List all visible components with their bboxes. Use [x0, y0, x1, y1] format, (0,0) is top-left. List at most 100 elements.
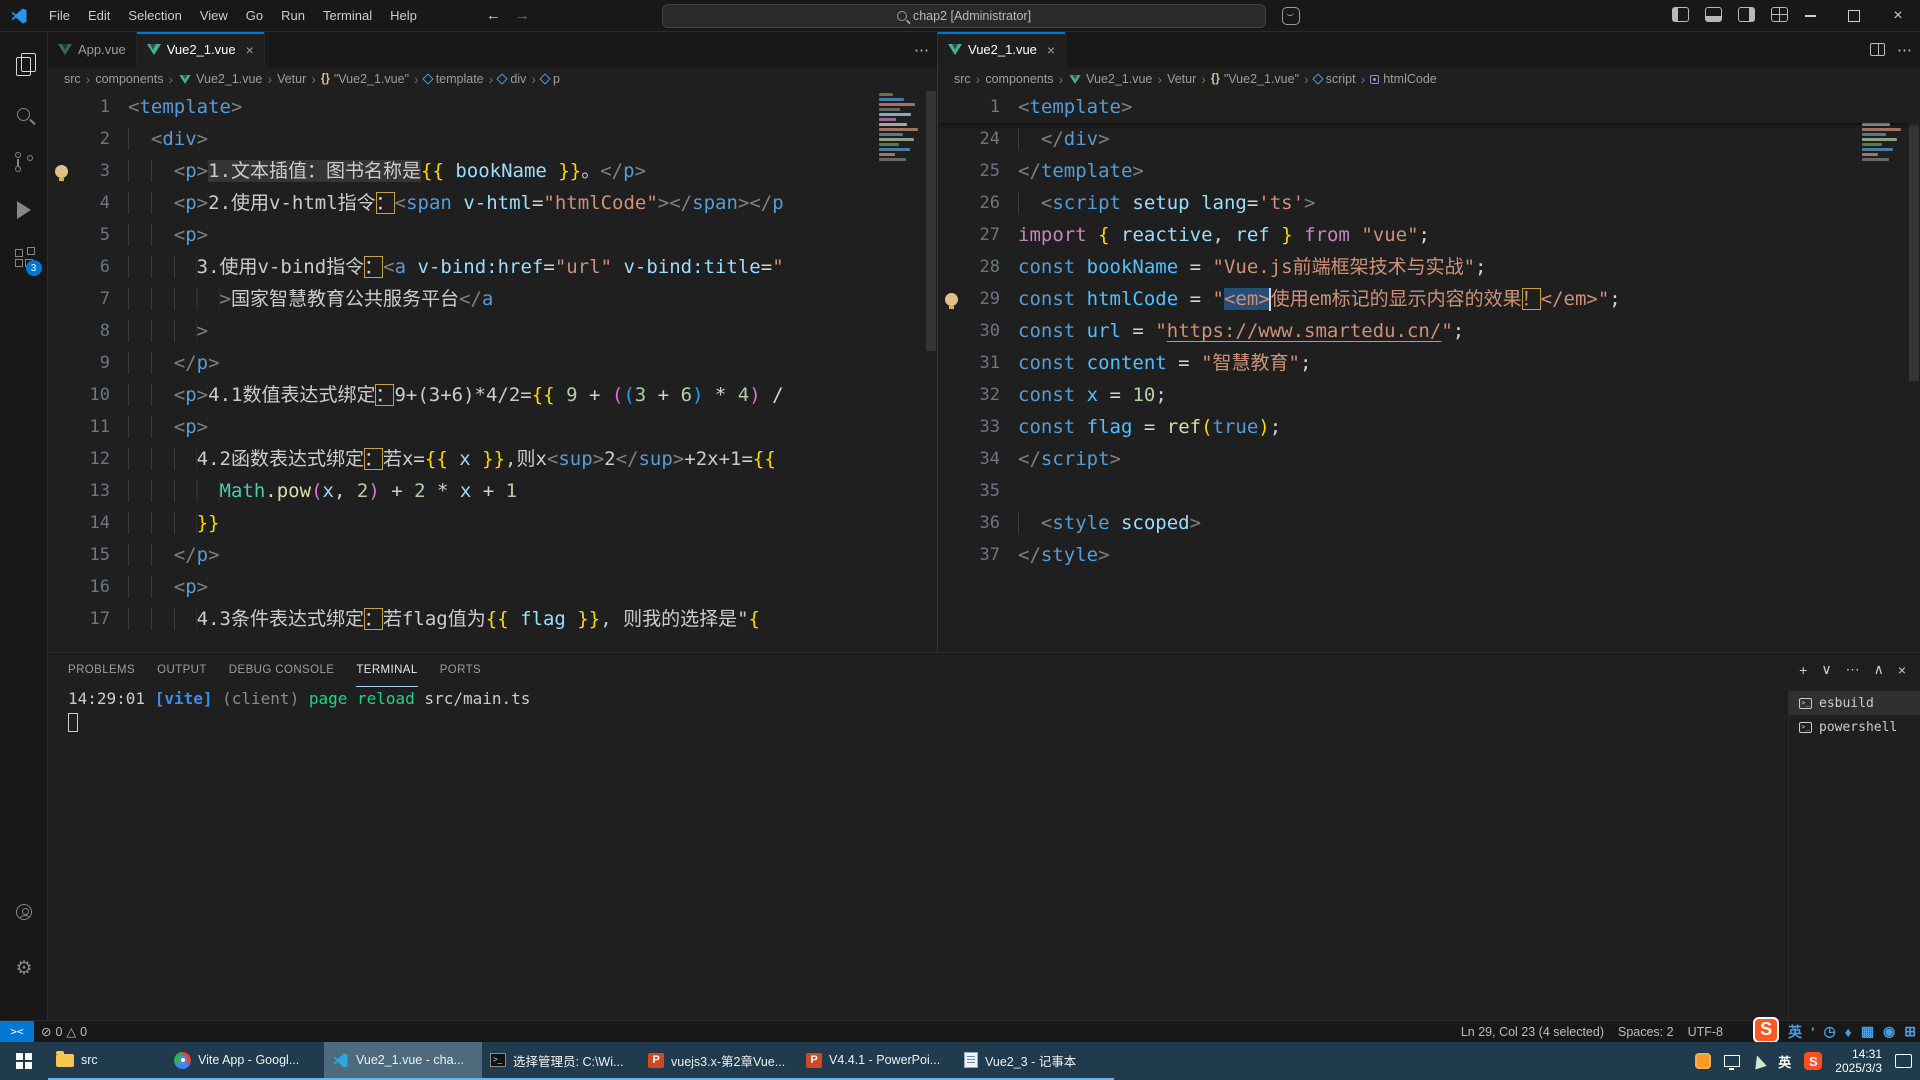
code-line[interactable]: 31const content = "智慧教育";: [938, 347, 1920, 379]
code-line[interactable]: 7 >国家智慧教育公共服务平台</a: [48, 283, 937, 315]
nav-forward-icon[interactable]: →: [515, 7, 530, 24]
taskbar-item-ppt[interactable]: PV4.4.1 - PowerPoi...: [798, 1042, 956, 1080]
code-line[interactable]: 30const url = "https://www.smartedu.cn/"…: [938, 315, 1920, 347]
minimap[interactable]: [1860, 91, 1908, 652]
ime-tool-icon-4[interactable]: ◉: [1883, 1023, 1895, 1040]
nav-back-icon[interactable]: ←: [486, 7, 501, 24]
extensions-icon[interactable]: 3: [0, 234, 48, 282]
customize-layout-icon[interactable]: [1771, 7, 1788, 22]
tray-sogou-icon[interactable]: S: [1804, 1052, 1822, 1070]
code-line[interactable]: 11 <p>: [48, 411, 937, 443]
toggle-panel-icon[interactable]: [1705, 7, 1722, 22]
taskbar-item-folder[interactable]: src: [48, 1042, 166, 1080]
lightbulb-icon[interactable]: [55, 165, 68, 178]
ime-lang-icon[interactable]: 英: [1788, 1022, 1802, 1042]
menu-run[interactable]: Run: [272, 5, 314, 27]
indentation-status[interactable]: Spaces: 2: [1611, 1025, 1681, 1039]
code-line[interactable]: 1<template>: [48, 91, 937, 123]
code-line[interactable]: 29const htmlCode = "<em>使用em标记的显示内容的效果！<…: [938, 283, 1920, 315]
code-line[interactable]: 6 3.使用v-bind指令：<a v-bind:href="url" v-bi…: [48, 251, 937, 283]
window-close-button[interactable]: ×: [1876, 0, 1920, 32]
panel-tab-debug-console[interactable]: DEBUG CONSOLE: [229, 653, 335, 687]
code-line[interactable]: 17 4.3条件表达式绑定：若flag值为{{ flag }}, 则我的选择是"…: [48, 603, 937, 635]
toggle-primary-sidebar-icon[interactable]: [1672, 7, 1689, 22]
search-view-icon[interactable]: [0, 90, 48, 138]
breadcrumb-item-div[interactable]: div: [498, 72, 526, 86]
panel-tab-problems[interactable]: PROBLEMS: [68, 653, 135, 687]
taskbar-item-cmd[interactable]: >_选择管理员: C:\Wi...: [482, 1042, 640, 1080]
panel-more-icon[interactable]: ⋯: [1846, 661, 1860, 678]
run-debug-icon[interactable]: [0, 186, 48, 234]
ime-tool-icon-2[interactable]: ♦: [1845, 1024, 1852, 1040]
terminal-item-esbuild[interactable]: >_esbuild: [1789, 691, 1920, 715]
panel-tab-output[interactable]: OUTPUT: [157, 653, 207, 687]
encoding-status[interactable]: UTF-8: [1681, 1025, 1730, 1039]
code-line[interactable]: 15 </p>: [48, 539, 937, 571]
copilot-icon[interactable]: [1282, 7, 1300, 25]
sogou-logo-icon[interactable]: S: [1753, 1017, 1779, 1043]
scrollbar-thumb[interactable]: [1909, 121, 1919, 381]
breadcrumb-item-Vue21vue[interactable]: Vue2_1.vue: [178, 72, 262, 86]
code-line[interactable]: 5 <p>: [48, 219, 937, 251]
start-button[interactable]: [0, 1042, 48, 1080]
account-icon[interactable]: [0, 888, 48, 936]
code-line[interactable]: 27import { reactive, ref } from "vue";: [938, 219, 1920, 251]
editor-scrollbar[interactable]: [1908, 91, 1920, 652]
code-line[interactable]: 8 >: [48, 315, 937, 347]
window-minimize-button[interactable]: [1788, 0, 1832, 32]
breadcrumb-item-src[interactable]: src: [954, 72, 971, 86]
terminal-dropdown-icon[interactable]: ∨: [1821, 661, 1831, 678]
taskbar-item-vscode[interactable]: Vue2_1.vue - cha...: [324, 1042, 482, 1080]
more-actions-icon[interactable]: ⋯: [914, 41, 929, 59]
menu-terminal[interactable]: Terminal: [314, 5, 381, 27]
source-control-icon[interactable]: [0, 138, 48, 186]
code-line[interactable]: 3 <p>1.文本插值：图书名称是{{ bookName }}。</p>: [48, 155, 937, 187]
command-center-search[interactable]: chap2 [Administrator]: [662, 4, 1266, 28]
code-line[interactable]: 26 <script setup lang='ts'>: [938, 187, 1920, 219]
breadcrumb-item-Vue21vue[interactable]: {}"Vue2_1.vue": [1211, 72, 1299, 86]
problems-status[interactable]: ⊘0 △0: [34, 1024, 94, 1039]
tab-Vue2_1.vue[interactable]: Vue2_1.vue×: [137, 32, 265, 67]
code-line[interactable]: 14 }}: [48, 507, 937, 539]
tab-close-icon[interactable]: ×: [1047, 42, 1055, 58]
toggle-secondary-sidebar-icon[interactable]: [1738, 7, 1755, 22]
taskbar-item-chrome[interactable]: Vite App - Googl...: [166, 1042, 324, 1080]
tray-ime-lang[interactable]: 英: [1778, 1052, 1791, 1071]
breadcrumb-item-template[interactable]: template: [424, 72, 484, 86]
new-terminal-icon[interactable]: +: [1799, 662, 1807, 678]
code-line[interactable]: 35: [938, 475, 1920, 507]
menu-selection[interactable]: Selection: [119, 5, 190, 27]
more-actions-icon[interactable]: ⋯: [1897, 41, 1912, 59]
breadcrumb-item-components[interactable]: components: [95, 72, 163, 86]
menu-edit[interactable]: Edit: [79, 5, 119, 27]
menu-file[interactable]: File: [40, 5, 79, 27]
breadcrumb-item-htmlCode[interactable]: htmlCode: [1370, 72, 1437, 86]
taskbar-item-ppt[interactable]: Pvuejs3.x-第2章Vue...: [640, 1042, 798, 1080]
code-line[interactable]: 36 <style scoped>: [938, 507, 1920, 539]
tray-pointer-icon[interactable]: [1752, 1053, 1767, 1069]
code-area[interactable]: 24 </div>25</template>26 <script setup l…: [938, 91, 1920, 652]
menu-view[interactable]: View: [191, 5, 237, 27]
code-line[interactable]: 12 4.2函数表达式绑定：若x={{ x }},则x<sup>2</sup>+…: [48, 443, 937, 475]
breadcrumb-item-components[interactable]: components: [985, 72, 1053, 86]
breadcrumb-item-Vetur[interactable]: Vetur: [277, 72, 306, 86]
code-line[interactable]: 16 <p>: [48, 571, 937, 603]
taskbar-item-note[interactable]: Vue2_3 - 记事本: [956, 1042, 1114, 1080]
code-line[interactable]: 37</style>: [938, 539, 1920, 571]
menu-go[interactable]: Go: [237, 5, 272, 27]
close-panel-icon[interactable]: ×: [1898, 662, 1906, 678]
menu-help[interactable]: Help: [381, 5, 426, 27]
minimap[interactable]: [877, 91, 925, 652]
tray-display-icon[interactable]: [1724, 1055, 1740, 1067]
breadcrumb-item-Vue21vue[interactable]: Vue2_1.vue: [1068, 72, 1152, 86]
code-line[interactable]: 10 <p>4.1数值表达式绑定：9+(3+6)*4/2={{ 9 + ((3 …: [48, 379, 937, 411]
terminal-item-powershell[interactable]: >_powershell: [1789, 715, 1920, 739]
code-line[interactable]: 32const x = 10;: [938, 379, 1920, 411]
code-line[interactable]: 1<template>: [938, 91, 1920, 123]
split-editor-icon[interactable]: [1870, 43, 1885, 56]
remote-indicator[interactable]: ><: [0, 1021, 34, 1043]
maximize-panel-icon[interactable]: ∧: [1874, 661, 1884, 678]
code-line[interactable]: 34</script>: [938, 443, 1920, 475]
ime-tool-icon-3[interactable]: ▦: [1861, 1023, 1874, 1040]
ime-tool-icon-5[interactable]: ⊞: [1904, 1023, 1916, 1040]
